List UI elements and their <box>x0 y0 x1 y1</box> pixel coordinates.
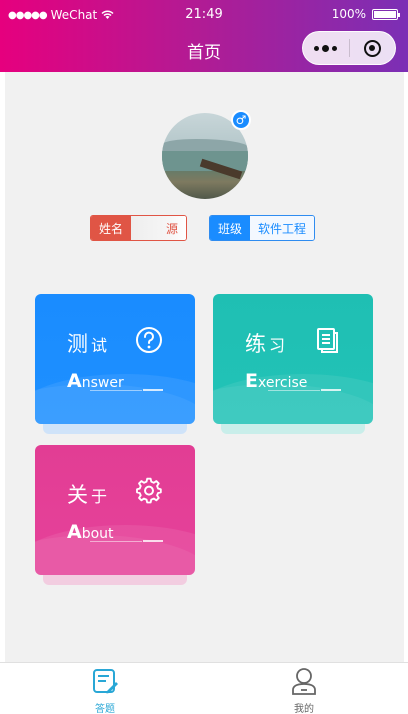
name-tag-value: 源 <box>131 216 187 240</box>
exercise-card-title: 练习 <box>245 332 289 356</box>
status-bar: ●●●●● WeChat 21:49 100% <box>0 0 408 30</box>
class-tag-key: 班级 <box>210 216 251 240</box>
main-content: ♂ 姓名 源 班级 软件工程 测试 Answer 练习 Exercise 关于 … <box>5 72 404 662</box>
edit-document-icon <box>93 669 118 694</box>
mini-program-capsule <box>302 31 396 65</box>
user-icon <box>292 668 316 695</box>
target-icon <box>363 39 381 57</box>
status-right: 100% <box>331 7 400 21</box>
exercise-card-subtitle: Exercise <box>245 370 308 392</box>
document-icon <box>317 328 338 353</box>
profile-tags: 姓名 源 班级 软件工程 <box>90 215 316 241</box>
about-card-wrap: 关于 About <box>35 445 195 585</box>
name-tag: 姓名 源 <box>90 215 188 241</box>
answer-card-title: 测试 <box>67 332 111 356</box>
about-card[interactable]: 关于 About <box>35 445 195 575</box>
exercise-card[interactable]: 练习 Exercise <box>213 294 373 424</box>
answer-card-wrap: 测试 Answer <box>35 294 195 434</box>
exercise-card-wrap: 练习 Exercise <box>213 294 373 434</box>
tab-answer-label: 答题 <box>95 704 115 714</box>
tab-bar: 答题 我的 <box>0 662 408 714</box>
more-dots-icon <box>314 45 320 51</box>
question-icon <box>136 327 162 353</box>
nav-header: ●●●●● WeChat 21:49 100% 首页 <box>0 0 408 72</box>
about-card-subtitle: About <box>67 521 114 543</box>
avatar-container: ♂ <box>162 110 251 199</box>
male-gender-icon: ♂ <box>231 110 251 130</box>
tab-mine-label: 我的 <box>294 704 314 714</box>
name-tag-key: 姓名 <box>91 216 132 240</box>
about-card-title: 关于 <box>67 483 111 507</box>
battery-percent: 100% <box>331 7 366 21</box>
answer-card[interactable]: 测试 Answer <box>35 294 195 424</box>
answer-card-subtitle: Answer <box>67 370 124 392</box>
battery-icon <box>372 8 400 20</box>
tab-mine[interactable]: 我的 <box>254 667 354 714</box>
more-button[interactable] <box>303 44 349 52</box>
tab-answer[interactable]: 答题 <box>55 667 155 714</box>
class-tag-value: 软件工程 <box>250 216 315 240</box>
gear-icon <box>136 477 162 504</box>
class-tag: 班级 软件工程 <box>209 215 316 241</box>
close-mini-program-button[interactable] <box>349 39 395 57</box>
